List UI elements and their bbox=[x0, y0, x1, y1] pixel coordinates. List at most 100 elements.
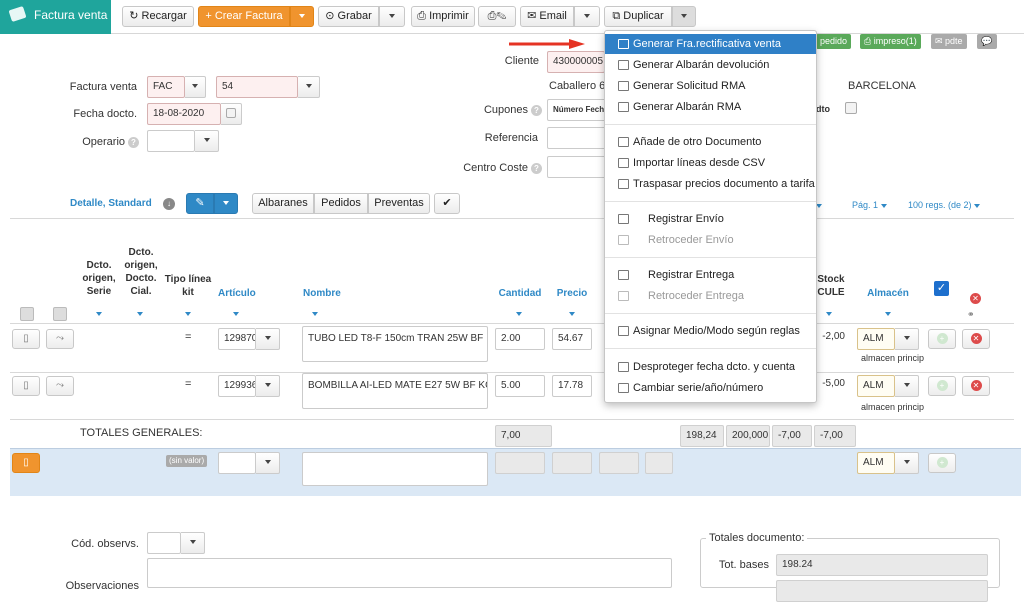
email-button[interactable]: ✉ Email bbox=[520, 6, 574, 27]
observaciones-field[interactable] bbox=[147, 558, 672, 588]
menu-item-generar-albaran-devolucion[interactable]: Generar Albarán devolución bbox=[605, 55, 816, 75]
sort-icon[interactable] bbox=[826, 308, 832, 320]
detail-view-label[interactable]: Detalle, Standard bbox=[70, 198, 152, 209]
select-all-checkbox[interactable] bbox=[20, 307, 34, 321]
serie-select[interactable] bbox=[185, 76, 206, 98]
page-indicator[interactable]: Pág. 1 bbox=[852, 200, 887, 210]
cliente-code-field[interactable]: 430000005 bbox=[547, 51, 605, 73]
articulo-field[interactable] bbox=[218, 452, 256, 474]
precio-field[interactable]: 17.78 bbox=[552, 375, 592, 397]
almacen-select[interactable] bbox=[895, 452, 919, 474]
articulo-field[interactable]: 129870 bbox=[218, 328, 256, 350]
cod-obs-field[interactable] bbox=[147, 532, 181, 554]
cod-obs-select[interactable] bbox=[181, 532, 205, 554]
dto-checkbox[interactable] bbox=[845, 102, 857, 114]
numero-field[interactable]: 54 bbox=[216, 76, 298, 98]
articulo-select[interactable] bbox=[256, 452, 280, 474]
delete-row-button[interactable]: ✕ bbox=[962, 376, 990, 396]
menu-item-desproteger-fecha[interactable]: Desproteger fecha dcto. y cuenta bbox=[605, 357, 816, 377]
sort-icon[interactable] bbox=[312, 308, 318, 320]
create-invoice-button[interactable]: + Crear Factura bbox=[198, 6, 290, 27]
almacen-select[interactable] bbox=[895, 328, 919, 350]
menu-item-asignar-medio[interactable]: Asignar Medio/Modo según reglas bbox=[605, 321, 816, 341]
sort-icon[interactable] bbox=[96, 308, 102, 320]
split-icon[interactable]: ⤳ bbox=[46, 329, 74, 349]
tab-pedidos[interactable]: Pedidos bbox=[314, 193, 368, 214]
almacen-field[interactable]: ALM bbox=[857, 452, 895, 474]
operario-select[interactable] bbox=[195, 130, 219, 152]
articulo-field[interactable]: 129936 bbox=[218, 375, 256, 397]
tab-albaranes[interactable]: Albaranes bbox=[252, 193, 314, 214]
menu-item-generar-albaran-rma[interactable]: Generar Albarán RMA bbox=[605, 97, 816, 117]
referencia-field[interactable] bbox=[547, 127, 607, 149]
add-icon[interactable]: + bbox=[928, 453, 956, 473]
add-icon[interactable]: + bbox=[928, 329, 956, 349]
col-almacen[interactable]: Almacén bbox=[862, 287, 914, 300]
sort-icon[interactable] bbox=[516, 308, 522, 320]
print-button[interactable]: ⎙ Imprimir bbox=[411, 6, 475, 27]
almacen-select[interactable] bbox=[895, 375, 919, 397]
duplicate-dropdown[interactable] bbox=[672, 6, 696, 27]
menu-item-generar-solicitud-rma[interactable]: Generar Solicitud RMA bbox=[605, 76, 816, 96]
articulo-select[interactable] bbox=[256, 375, 280, 397]
nombre-field[interactable]: TUBO LED T8-F 150cm TRAN 25W BF bbox=[302, 326, 488, 362]
save-button[interactable]: ⊙ Grabar bbox=[318, 6, 379, 27]
cantidad-field[interactable]: 5.00 bbox=[495, 375, 545, 397]
records-indicator[interactable]: 100 regs. (de 2) bbox=[908, 200, 981, 210]
nombre-field[interactable]: BOMBILLA AI-LED MATE E27 5W BF KO bbox=[302, 373, 488, 409]
centro-coste-field[interactable] bbox=[547, 156, 607, 178]
nombre-field[interactable] bbox=[302, 452, 488, 486]
help-icon[interactable]: ? bbox=[531, 104, 542, 116]
menu-item-traspasar-precios[interactable]: Traspasar precios documento a tarifa bbox=[605, 174, 816, 194]
reload-button[interactable]: ↻ Recargar bbox=[122, 6, 194, 27]
col-articulo[interactable]: Artículo bbox=[218, 287, 256, 300]
col-precio[interactable]: Precio bbox=[554, 287, 590, 300]
tab-preventas[interactable]: Preventas bbox=[368, 193, 430, 214]
calendar-button[interactable] bbox=[221, 103, 242, 125]
sort-icon[interactable] bbox=[137, 308, 143, 320]
print-edit-button[interactable]: ⎙✎ bbox=[478, 6, 516, 27]
select-all-checkbox-2[interactable] bbox=[53, 307, 67, 321]
col-cantidad[interactable]: Cantidad bbox=[498, 287, 542, 300]
info-icon[interactable]: ↓ bbox=[163, 198, 175, 210]
delete-all-icon[interactable]: ✕ bbox=[970, 292, 981, 304]
menu-item-cambiar-serie[interactable]: Cambiar serie/año/número bbox=[605, 378, 816, 398]
sort-icon[interactable] bbox=[233, 308, 239, 320]
column-config-checkbox[interactable]: ✓ bbox=[934, 281, 949, 296]
precio-field[interactable]: 54.67 bbox=[552, 328, 592, 350]
menu-item-registrar-entrega[interactable]: Registrar Entrega bbox=[605, 265, 816, 285]
menu-item-registrar-envio[interactable]: Registrar Envío bbox=[605, 209, 816, 229]
document-icon[interactable]: ▯ bbox=[12, 376, 40, 396]
link-icon[interactable]: ⚭ bbox=[967, 309, 975, 320]
cantidad-field[interactable]: 2.00 bbox=[495, 328, 545, 350]
help-icon[interactable]: ? bbox=[531, 162, 542, 174]
document-icon[interactable]: ▯ bbox=[12, 329, 40, 349]
save-dropdown[interactable] bbox=[379, 6, 405, 27]
confirm-button[interactable]: ✔ bbox=[434, 193, 460, 214]
comment-icon[interactable]: 💬 bbox=[977, 34, 997, 49]
sort-icon[interactable] bbox=[569, 308, 575, 320]
help-icon[interactable]: ? bbox=[128, 136, 139, 148]
articulo-select[interactable] bbox=[256, 328, 280, 350]
numero-select[interactable] bbox=[298, 76, 320, 98]
sort-icon[interactable] bbox=[185, 308, 191, 320]
almacen-field[interactable]: ALM bbox=[857, 375, 895, 397]
menu-item-anade-documento[interactable]: Añade de otro Documento bbox=[605, 132, 816, 152]
menu-item-generar-rectificativa[interactable]: Generar Fra.rectificativa venta bbox=[605, 34, 816, 54]
email-dropdown[interactable] bbox=[574, 6, 600, 27]
sort-icon[interactable] bbox=[885, 308, 891, 320]
col-nombre[interactable]: Nombre bbox=[303, 287, 343, 300]
serie-field[interactable]: FAC bbox=[147, 76, 185, 98]
delete-row-button[interactable]: ✕ bbox=[962, 329, 990, 349]
duplicate-button[interactable]: ⧉ Duplicar bbox=[604, 6, 672, 27]
split-icon[interactable]: ⤳ bbox=[46, 376, 74, 396]
new-document-icon[interactable]: ▯ bbox=[12, 453, 40, 473]
operario-field[interactable] bbox=[147, 130, 195, 152]
fecha-field[interactable]: 18-08-2020 bbox=[147, 103, 221, 125]
edit-dropdown[interactable] bbox=[214, 193, 238, 214]
create-invoice-dropdown[interactable] bbox=[290, 6, 314, 27]
edit-button[interactable]: ✎ bbox=[186, 193, 214, 214]
menu-item-importar-csv[interactable]: Importar líneas desde CSV bbox=[605, 153, 816, 173]
add-icon[interactable]: + bbox=[928, 376, 956, 396]
almacen-field[interactable]: ALM bbox=[857, 328, 895, 350]
